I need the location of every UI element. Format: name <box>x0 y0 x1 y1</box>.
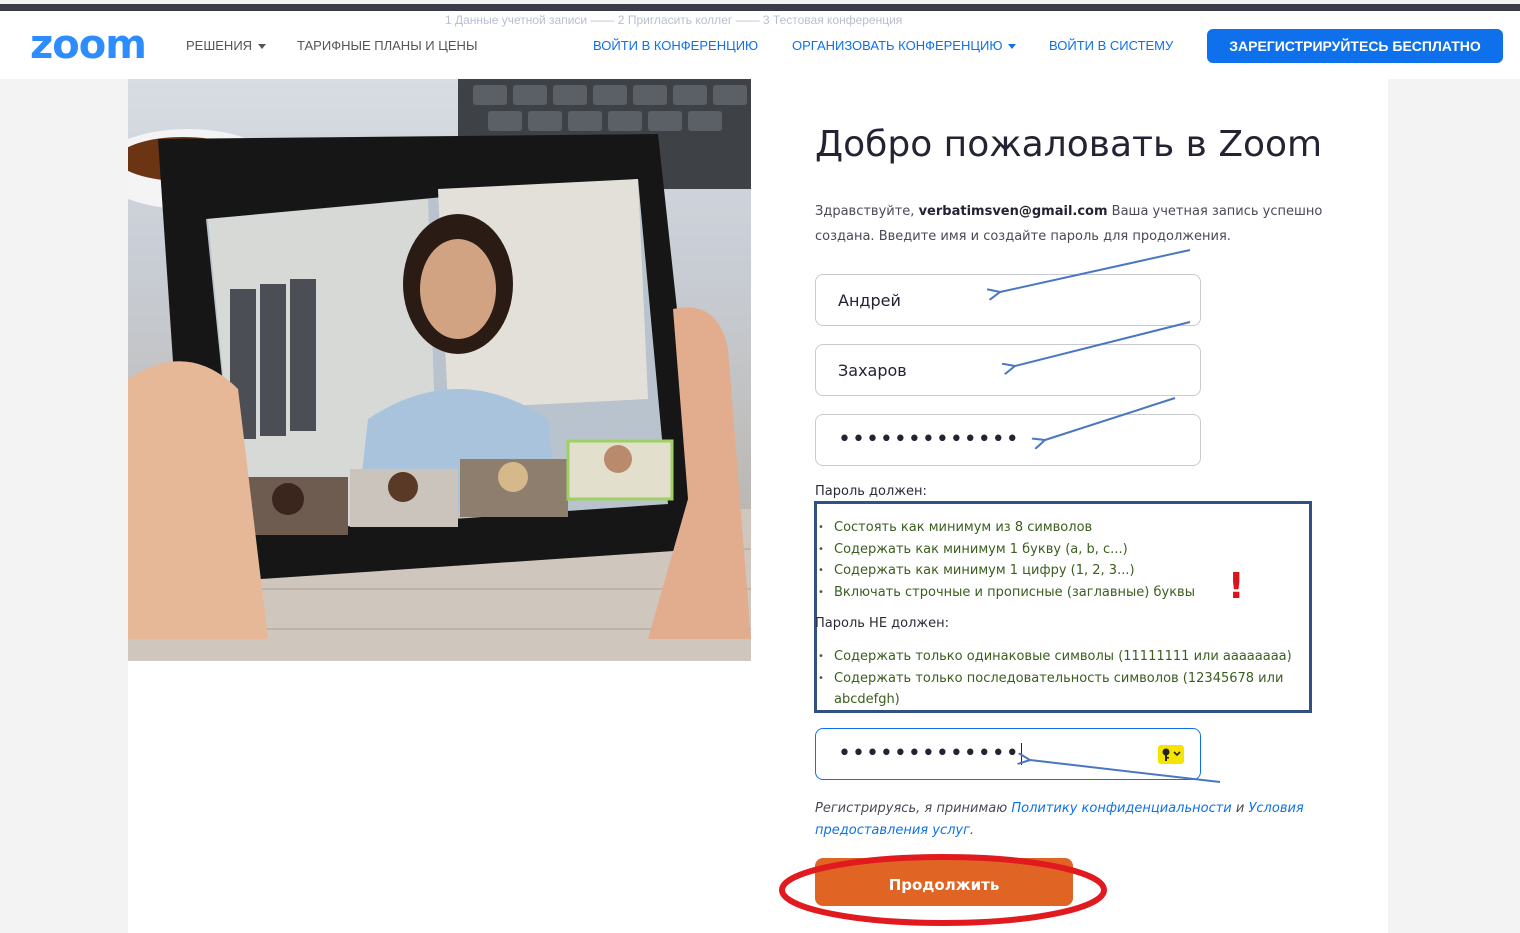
terms-prefix: Регистрируясь, я принимаю <box>815 801 1008 816</box>
exclamation-mark: ! <box>1228 566 1245 607</box>
intro-text: Здравствуйте, verbatimsven@gmail.com Ваш… <box>815 199 1375 249</box>
list-item: Содержать как минимум 1 цифру (1, 2, 3..… <box>815 560 1195 582</box>
nav-join-meeting[interactable]: ВОЙТИ В КОНФЕРЕНЦИЮ <box>593 38 758 53</box>
last-name-field[interactable]: Захаров <box>815 344 1201 396</box>
chevron-down-icon <box>258 44 267 50</box>
signup-free-button[interactable]: ЗАРЕГИСТРИРУЙТЕСЬ БЕСПЛАТНО <box>1207 29 1503 63</box>
list-item: Включать строчные и прописные (заглавные… <box>815 582 1195 604</box>
nav-solutions[interactable]: РЕШЕНИЯ <box>186 38 267 53</box>
password-field[interactable]: ••••••••••••• <box>815 414 1201 466</box>
password-prohibitions-title: Пароль НЕ должен: <box>815 616 950 631</box>
nav-solutions-label: РЕШЕНИЯ <box>186 38 253 53</box>
privacy-policy-link[interactable]: Политику конфиденциальности <box>1011 801 1231 816</box>
list-item: Содержать как минимум 1 букву (a, b, c..… <box>815 539 1195 561</box>
top-strip <box>0 4 1520 11</box>
text-cursor <box>1020 743 1022 765</box>
continue-button[interactable]: Продолжить <box>815 858 1073 906</box>
account-email: verbatimsven@gmail.com <box>918 204 1108 219</box>
password-requirements-list: Состоять как минимум из 8 символов Содер… <box>815 517 1195 603</box>
last-name-value: Захаров <box>838 361 907 380</box>
terms-and: и <box>1235 801 1245 816</box>
terms-end: . <box>969 823 975 838</box>
list-item: Содержать только последовательность симв… <box>815 668 1305 711</box>
confirm-password-field[interactable]: ••••••••••••• <box>815 728 1201 780</box>
password-prohibitions-list: Содержать только одинаковые символы (111… <box>815 646 1305 711</box>
nav-sign-in[interactable]: ВОЙТИ В СИСТЕМУ <box>1049 38 1173 53</box>
terms-text: Регистрируясь, я принимаю Политику конфи… <box>815 798 1335 842</box>
key-icon[interactable] <box>1158 745 1184 764</box>
steps-indicator-faded: 1 Данные учетной записи —— 2 Пригласить … <box>445 13 903 27</box>
password-requirements-title: Пароль должен: <box>815 484 927 499</box>
greeting-text: Здравствуйте, <box>815 204 915 219</box>
hero-photo <box>128 79 751 661</box>
password-manager-key-icon <box>1162 748 1181 761</box>
zoom-logo[interactable]: zoom <box>30 25 147 65</box>
nav-host-meeting[interactable]: ОРГАНИЗОВАТЬ КОНФЕРЕНЦИЮ <box>792 38 1017 53</box>
confirm-password-dots: ••••••••••••• <box>838 741 1020 766</box>
nav-plans[interactable]: ТАРИФНЫЕ ПЛАНЫ И ЦЕНЫ <box>297 38 477 53</box>
list-item: Состоять как минимум из 8 символов <box>815 517 1195 539</box>
nav-host-label: ОРГАНИЗОВАТЬ КОНФЕРЕНЦИЮ <box>792 38 1003 53</box>
password-value: ••••••••••••• <box>838 427 1020 452</box>
page-title: Добро пожаловать в Zoom <box>815 124 1323 165</box>
list-item: Содержать только одинаковые символы (111… <box>815 646 1305 668</box>
confirm-password-value: ••••••••••••• <box>838 743 1022 765</box>
first-name-field[interactable]: Андрей <box>815 274 1201 326</box>
tablet-video-call-illustration <box>128 79 751 661</box>
first-name-value: Андрей <box>838 291 901 310</box>
chevron-down-icon <box>1008 44 1017 50</box>
